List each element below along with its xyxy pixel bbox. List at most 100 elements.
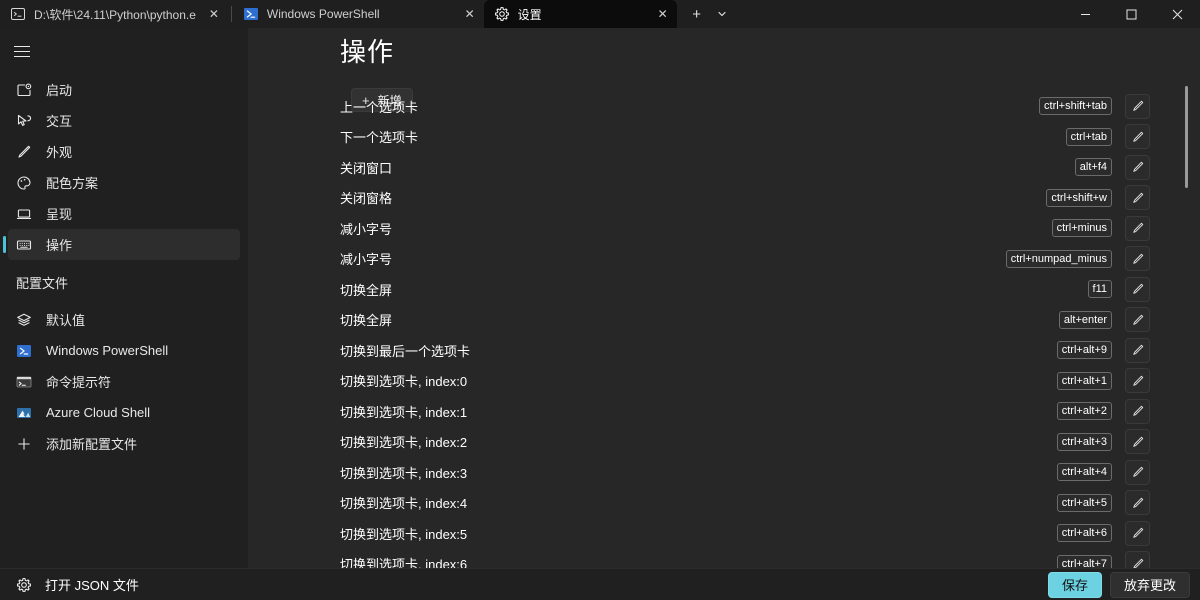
keybinding-chip[interactable]: ctrl+shift+tab [1039,97,1112,115]
tab-close-button[interactable]: ✕ [204,4,224,24]
save-button[interactable]: 保存 [1048,572,1102,598]
actions-keyboard-icon [16,237,32,253]
edit-action-button[interactable] [1125,94,1150,119]
keybinding-chip[interactable]: ctrl+minus [1052,219,1112,237]
table-row: 减小字号ctrl+minus [248,213,1200,244]
table-row: 切换全屏 alt+enter [248,305,1200,336]
edit-action-button[interactable] [1125,490,1150,515]
tab-close-button[interactable]: ✕ [653,4,673,24]
sidebar-item-interaction[interactable]: 交互 [8,105,240,136]
edit-action-button[interactable] [1125,216,1150,241]
sidebar-item-label: Azure Cloud Shell [46,405,150,420]
sidebar-item-azure-cloud-shell[interactable]: Azure Cloud Shell [8,397,240,428]
action-name: 切换到最后一个选项卡 [340,341,470,360]
sidebar-item-appearance[interactable]: 外观 [8,136,240,167]
pencil-icon [1131,374,1145,388]
pencil-icon [1131,221,1145,235]
keybinding-chip[interactable]: ctrl+tab [1066,128,1112,146]
keybinding-chip[interactable]: f11 [1088,280,1112,298]
tab-settings[interactable]: 设置 ✕ [484,0,677,28]
sidebar-item-label: 呈现 [46,204,72,223]
table-row: 关闭窗格 ctrl+shift+w [248,183,1200,214]
keybinding-chip[interactable]: alt+enter [1059,311,1112,329]
sidebar-item-label: Windows PowerShell [46,343,168,358]
close-button[interactable] [1154,0,1200,28]
edit-action-button[interactable] [1125,155,1150,180]
sidebar-item-color-schemes[interactable]: 配色方案 [8,167,240,198]
sidebar-item-windows-powershell[interactable]: Windows PowerShell [8,335,240,366]
page-title: 操作 [340,32,394,69]
footer-actions: 保存 放弃更改 [1048,572,1190,598]
plus-icon [16,436,32,452]
keybinding-chip[interactable]: ctrl+alt+1 [1057,372,1112,390]
keybinding-chip[interactable]: alt+f4 [1075,158,1112,176]
table-row: 切换全屏f11 [248,274,1200,305]
pencil-icon [1131,130,1145,144]
table-row: 减小字号 ctrl+numpad_minus [248,244,1200,275]
keybinding-chip[interactable]: ctrl+alt+5 [1057,494,1112,512]
minimize-icon [1080,9,1091,20]
keybinding-chip[interactable]: ctrl+alt+4 [1057,463,1112,481]
edit-action-button[interactable] [1125,124,1150,149]
new-tab-button[interactable]: + [683,0,711,28]
keybinding-chip[interactable]: ctrl+numpad_minus [1006,250,1112,268]
open-json-file-button[interactable]: 打开 JSON 文件 [10,571,145,598]
table-row: 切换到选项卡, index:0 ctrl+alt+1 [248,366,1200,397]
edit-action-button[interactable] [1125,277,1150,302]
action-name: 下一个选项卡 [340,127,418,146]
table-row: 上一个选项卡 ctrl+shift+tab [248,91,1200,122]
edit-action-button[interactable] [1125,429,1150,454]
maximize-button[interactable] [1108,0,1154,28]
terminal-icon [10,6,26,22]
edit-action-button[interactable] [1125,338,1150,363]
window-controls [1062,0,1200,28]
menu-toggle-button[interactable] [2,32,42,70]
pencil-icon [1131,404,1145,418]
tab-python[interactable]: D:\软件\24.11\Python\python.e ✕ [0,0,230,28]
discard-changes-button[interactable]: 放弃更改 [1110,572,1190,598]
sidebar-item-command-prompt[interactable]: 命令提示符 [8,366,240,397]
pencil-icon [1131,557,1145,568]
sidebar-item-actions[interactable]: 操作 [8,229,240,260]
edit-action-button[interactable] [1125,521,1150,546]
edit-action-button[interactable] [1125,246,1150,271]
edit-action-button[interactable] [1125,307,1150,332]
tab-dropdown-button[interactable] [711,0,733,28]
edit-action-button[interactable] [1125,460,1150,485]
tab-divider [231,6,232,22]
table-row: 关闭窗口alt+f4 [248,152,1200,183]
edit-action-button[interactable] [1125,368,1150,393]
chevron-down-icon [717,9,727,19]
action-name: 切换到选项卡, index:0 [340,371,467,390]
keybinding-chip[interactable]: ctrl+alt+9 [1057,341,1112,359]
sidebar-spacer [0,260,248,267]
sidebar-item-startup[interactable]: 启动 [8,74,240,105]
action-name: 关闭窗格 [340,188,392,207]
action-name: 切换全屏 [340,310,392,329]
edit-action-button[interactable] [1125,185,1150,210]
minimize-button[interactable] [1062,0,1108,28]
keybinding-chip[interactable]: ctrl+alt+7 [1057,555,1112,568]
sidebar-item-add-new-profile[interactable]: 添加新配置文件 [8,428,240,459]
table-row: 切换到最后一个选项卡 ctrl+alt+9 [248,335,1200,366]
content-scrollbar[interactable] [1185,86,1188,188]
action-name: 减小字号 [340,249,392,268]
keybinding-chip[interactable]: ctrl+shift+w [1046,189,1112,207]
action-name: 上一个选项卡 [340,97,418,116]
tab-powershell[interactable]: Windows PowerShell ✕ [233,0,484,28]
keybinding-chip[interactable]: ctrl+alt+3 [1057,433,1112,451]
sidebar: 启动 交互 外观 配色方案 呈现 [0,28,248,568]
keybinding-chip[interactable]: ctrl+alt+6 [1057,524,1112,542]
tab-close-button[interactable]: ✕ [460,4,480,24]
action-name: 切换到选项卡, index:5 [340,524,467,543]
edit-action-button[interactable] [1125,399,1150,424]
sidebar-item-rendering[interactable]: 呈现 [8,198,240,229]
pencil-icon [1131,160,1145,174]
sidebar-item-defaults[interactable]: 默认值 [8,304,240,335]
actions-list: 上一个选项卡 ctrl+shift+tab 下一个选项卡 ctrl+tab 关闭窗口al… [248,91,1200,568]
keybinding-chip[interactable]: ctrl+alt+2 [1057,402,1112,420]
pencil-icon [1131,191,1145,205]
tab-strip: D:\软件\24.11\Python\python.e ✕ Windows Po… [0,0,733,28]
edit-action-button[interactable] [1125,551,1150,568]
title-bar: D:\软件\24.11\Python\python.e ✕ Windows Po… [0,0,1200,28]
